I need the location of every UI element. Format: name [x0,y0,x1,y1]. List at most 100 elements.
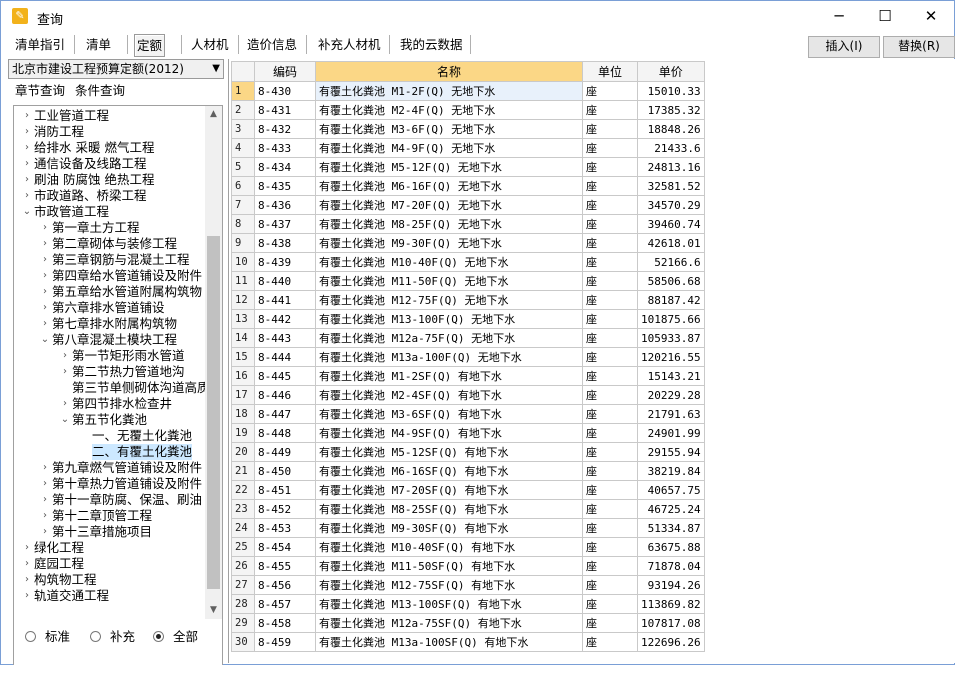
row-code[interactable]: 8-453 [254,518,316,538]
row-unit[interactable]: 座 [582,480,638,500]
row-code[interactable]: 8-442 [254,309,316,329]
row-number[interactable]: 3 [231,119,255,139]
table-row[interactable]: 1 8-430 有覆土化粪池 M1-2F(Q) 无地下水座 15010.33 [231,81,705,101]
row-code[interactable]: 8-431 [254,100,316,120]
row-number[interactable]: 25 [231,537,255,557]
row-number[interactable]: 7 [231,195,255,215]
row-price[interactable]: 120216.55 [637,347,705,367]
row-number[interactable]: 14 [231,328,255,348]
scroll-thumb[interactable] [207,236,220,589]
row-name[interactable]: 有覆土化粪池 M12a-75SF(Q) 有地下水 [315,613,583,633]
row-price[interactable]: 32581.52 [637,176,705,196]
row-code[interactable]: 8-458 [254,613,316,633]
row-number[interactable]: 17 [231,385,255,405]
row-unit[interactable]: 座 [582,442,638,462]
row-code[interactable]: 8-451 [254,480,316,500]
row-price[interactable]: 113869.82 [637,594,705,614]
row-unit[interactable]: 座 [582,119,638,139]
row-number[interactable]: 4 [231,138,255,158]
row-number[interactable]: 26 [231,556,255,576]
row-price[interactable]: 24901.99 [637,423,705,443]
row-unit[interactable]: 座 [582,214,638,234]
row-price[interactable]: 71878.04 [637,556,705,576]
row-name[interactable]: 有覆土化粪池 M6-16F(Q) 无地下水 [315,176,583,196]
row-name[interactable]: 有覆土化粪池 M10-40SF(Q) 有地下水 [315,537,583,557]
row-name[interactable]: 有覆土化粪池 M4-9F(Q) 无地下水 [315,138,583,158]
table-row[interactable]: 21 8-450 有覆土化粪池 M6-16SF(Q) 有地下水座 38219.84 [231,461,705,481]
row-price[interactable]: 107817.08 [637,613,705,633]
row-code[interactable]: 8-434 [254,157,316,177]
chevron-right-icon[interactable]: › [60,348,70,364]
insert-button[interactable]: 插入(I) [808,36,880,58]
minimize-icon[interactable]: ─ [816,1,862,32]
row-price[interactable]: 88187.42 [637,290,705,310]
radio-supplement[interactable]: 补充 [90,626,135,645]
chevron-right-icon[interactable]: › [22,156,32,172]
row-code[interactable]: 8-455 [254,556,316,576]
chevron-right-icon[interactable]: › [40,284,50,300]
row-price[interactable]: 24813.16 [637,157,705,177]
table-row[interactable]: 6 8-435 有覆土化粪池 M6-16F(Q) 无地下水座 32581.52 [231,176,705,196]
chevron-down-icon[interactable]: ▼ [212,60,220,78]
row-code[interactable]: 8-446 [254,385,316,405]
table-row[interactable]: 16 8-445 有覆土化粪池 M1-2SF(Q) 有地下水座 15143.21 [231,366,705,386]
tab-dinge[interactable]: 定额 [134,34,166,57]
row-number[interactable]: 2 [231,100,255,120]
row-code[interactable]: 8-457 [254,594,316,614]
row-code[interactable]: 8-433 [254,138,316,158]
row-name[interactable]: 有覆土化粪池 M3-6SF(Q) 有地下水 [315,404,583,424]
table-row[interactable]: 26 8-455 有覆土化粪池 M11-50SF(Q) 有地下水座 71878.04 [231,556,705,576]
row-code[interactable]: 8-447 [254,404,316,424]
chevron-right-icon[interactable]: › [40,524,50,540]
row-number[interactable]: 8 [231,214,255,234]
row-name[interactable]: 有覆土化粪池 M8-25SF(Q) 有地下水 [315,499,583,519]
chevron-right-icon[interactable]: › [22,124,32,140]
row-unit[interactable]: 座 [582,328,638,348]
chevron-right-icon[interactable]: › [40,252,50,268]
row-unit[interactable]: 座 [582,632,638,652]
chevron-down-icon[interactable]: ⌄ [22,204,32,220]
tab-wode-yunshuju[interactable]: 我的云数据 [398,34,465,55]
row-code[interactable]: 8-437 [254,214,316,234]
row-name[interactable]: 有覆土化粪池 M7-20F(Q) 无地下水 [315,195,583,215]
row-unit[interactable]: 座 [582,100,638,120]
row-number[interactable]: 6 [231,176,255,196]
row-name[interactable]: 有覆土化粪池 M4-9SF(Q) 有地下水 [315,423,583,443]
row-name[interactable]: 有覆土化粪池 M6-16SF(Q) 有地下水 [315,461,583,481]
row-name[interactable]: 有覆土化粪池 M1-2SF(Q) 有地下水 [315,366,583,386]
row-unit[interactable]: 座 [582,385,638,405]
chevron-right-icon[interactable]: › [22,172,32,188]
row-code[interactable]: 8-439 [254,252,316,272]
chevron-right-icon[interactable]: › [40,492,50,508]
row-number[interactable]: 16 [231,366,255,386]
row-unit[interactable]: 座 [582,461,638,481]
row-number[interactable]: 22 [231,480,255,500]
chevron-down-icon[interactable]: ⌄ [40,332,50,348]
row-price[interactable]: 93194.26 [637,575,705,595]
row-price[interactable]: 51334.87 [637,518,705,538]
header-price[interactable]: 单价 [637,61,705,82]
subtab-chapter-query[interactable]: 章节查询 [15,81,65,101]
row-unit[interactable]: 座 [582,518,638,538]
tree-scrollbar[interactable]: ▲ ▼ [205,106,222,619]
row-unit[interactable]: 座 [582,404,638,424]
table-row[interactable]: 18 8-447 有覆土化粪池 M3-6SF(Q) 有地下水座 21791.63 [231,404,705,424]
row-price[interactable]: 15010.33 [637,81,705,101]
row-price[interactable]: 63675.88 [637,537,705,557]
table-row[interactable]: 12 8-441 有覆土化粪池 M12-75F(Q) 无地下水座 88187.42 [231,290,705,310]
replace-button[interactable]: 替换(R) [883,36,955,58]
row-number[interactable]: 10 [231,252,255,272]
tab-qingdan[interactable]: 清单 [84,34,113,55]
chevron-right-icon[interactable]: › [40,268,50,284]
row-unit[interactable]: 座 [582,271,638,291]
row-number[interactable]: 20 [231,442,255,462]
row-unit[interactable]: 座 [582,176,638,196]
row-name[interactable]: 有覆土化粪池 M8-25F(Q) 无地下水 [315,214,583,234]
row-name[interactable]: 有覆土化粪池 M12a-75F(Q) 无地下水 [315,328,583,348]
row-number[interactable]: 23 [231,499,255,519]
row-number[interactable]: 21 [231,461,255,481]
row-unit[interactable]: 座 [582,81,638,101]
row-unit[interactable]: 座 [582,252,638,272]
chevron-right-icon[interactable]: › [22,540,32,556]
row-number[interactable]: 13 [231,309,255,329]
